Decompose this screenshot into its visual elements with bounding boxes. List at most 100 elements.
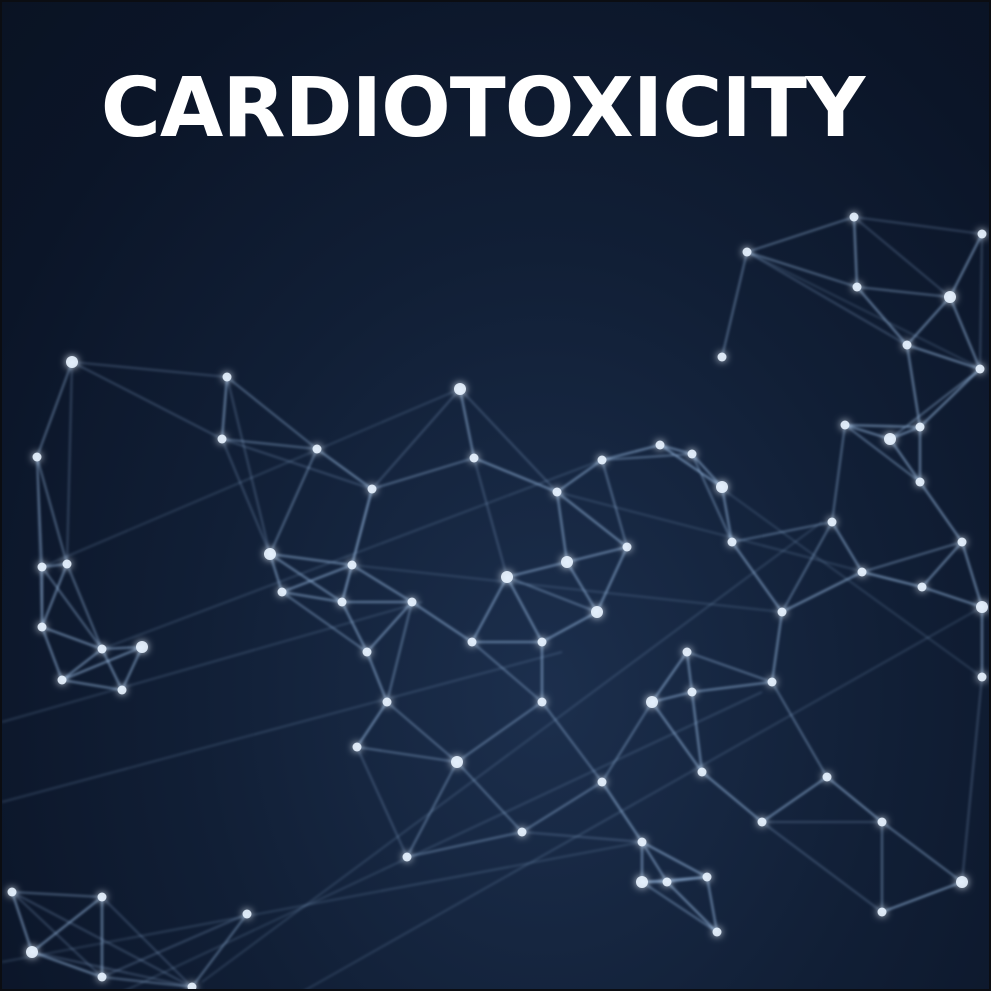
network-node: [977, 229, 987, 239]
network-edge: [11, 891, 103, 898]
network-edge: [411, 601, 473, 643]
network-strand: [661, 444, 983, 678]
network-edge: [881, 821, 963, 883]
network-edge: [506, 576, 543, 643]
network-edge: [856, 286, 951, 298]
network-edge: [881, 881, 963, 913]
network-edge: [853, 216, 983, 235]
network-node: [917, 582, 927, 592]
network-edge: [601, 701, 653, 783]
network-edge: [356, 746, 408, 858]
network-edge: [906, 344, 921, 428]
network-node: [97, 644, 107, 654]
network-edge: [281, 591, 343, 603]
network-edge: [781, 521, 833, 613]
network-edge: [641, 841, 708, 878]
network-edge: [66, 563, 103, 650]
network-edge: [761, 821, 883, 913]
network-node: [222, 372, 232, 382]
network-node: [884, 433, 896, 445]
network-node: [517, 827, 527, 837]
network-node: [777, 607, 787, 617]
network-edge: [566, 561, 598, 613]
network-strand: [2, 841, 643, 963]
network-edge: [456, 761, 523, 833]
network-node: [561, 556, 573, 568]
network-edge: [746, 216, 855, 253]
network-node: [662, 877, 672, 887]
network-node: [956, 876, 968, 888]
network-edge: [371, 388, 461, 490]
network-strand: [201, 521, 823, 983]
network-edge: [601, 781, 643, 843]
network-edge: [861, 541, 963, 573]
network-node: [840, 420, 850, 430]
network-node: [136, 641, 148, 653]
network-strand: [556, 491, 923, 588]
network-node: [66, 356, 78, 368]
network-strand: [2, 651, 563, 803]
network-node: [852, 282, 862, 292]
network-node: [537, 637, 547, 647]
network-edge: [41, 566, 103, 650]
network-strand: [746, 251, 983, 370]
network-edge: [459, 388, 475, 459]
network-strand: [306, 606, 983, 989]
network-node: [467, 637, 477, 647]
network-edge: [979, 233, 983, 370]
network-edge: [341, 564, 353, 603]
network-edge: [961, 676, 983, 883]
network-edge: [853, 216, 951, 298]
network-edge: [906, 296, 951, 346]
network-node: [687, 449, 697, 459]
network-edge: [731, 541, 783, 613]
network-edge: [889, 438, 921, 483]
network-edge: [471, 641, 543, 703]
network-node: [97, 892, 107, 902]
network-edge: [61, 679, 123, 691]
network-edge: [226, 376, 318, 450]
network-edge: [341, 601, 368, 653]
network-node: [217, 434, 227, 444]
network-node: [97, 972, 107, 982]
network-node: [636, 876, 648, 888]
network-node: [242, 909, 252, 919]
network-edge: [473, 457, 508, 578]
network-edge: [949, 233, 983, 298]
network-node: [712, 927, 722, 937]
network-node: [637, 837, 647, 847]
cardiotoxicity-banner: CARDIOTOXICITY: [0, 0, 991, 991]
network-node: [857, 567, 867, 577]
network-edge: [31, 951, 193, 988]
network-edge: [721, 251, 748, 358]
network-node: [454, 383, 466, 395]
network-edge: [761, 776, 828, 823]
network-edge: [541, 611, 598, 643]
network-edge: [269, 448, 318, 555]
network-edge: [281, 591, 368, 653]
network-node: [57, 675, 67, 685]
network-node: [552, 487, 562, 497]
network-node: [382, 697, 392, 707]
network-edge: [371, 457, 475, 490]
network-node: [877, 817, 887, 827]
network-edge: [781, 571, 863, 613]
network-node: [877, 907, 887, 917]
network-edge: [949, 296, 981, 370]
network-node: [975, 364, 985, 374]
network-edge: [36, 361, 73, 458]
network-edge: [919, 368, 981, 428]
network-node: [687, 687, 697, 697]
network-edge: [221, 376, 228, 440]
network-node: [742, 247, 752, 257]
network-edge: [101, 896, 193, 988]
network-edge: [366, 651, 388, 703]
network-edge: [686, 651, 773, 683]
network-edge: [906, 344, 981, 370]
network-edge: [831, 424, 846, 523]
network-node: [117, 685, 127, 695]
network-node: [537, 697, 547, 707]
network-edge: [456, 701, 543, 763]
network-node: [347, 560, 357, 570]
network-node: [7, 887, 17, 897]
